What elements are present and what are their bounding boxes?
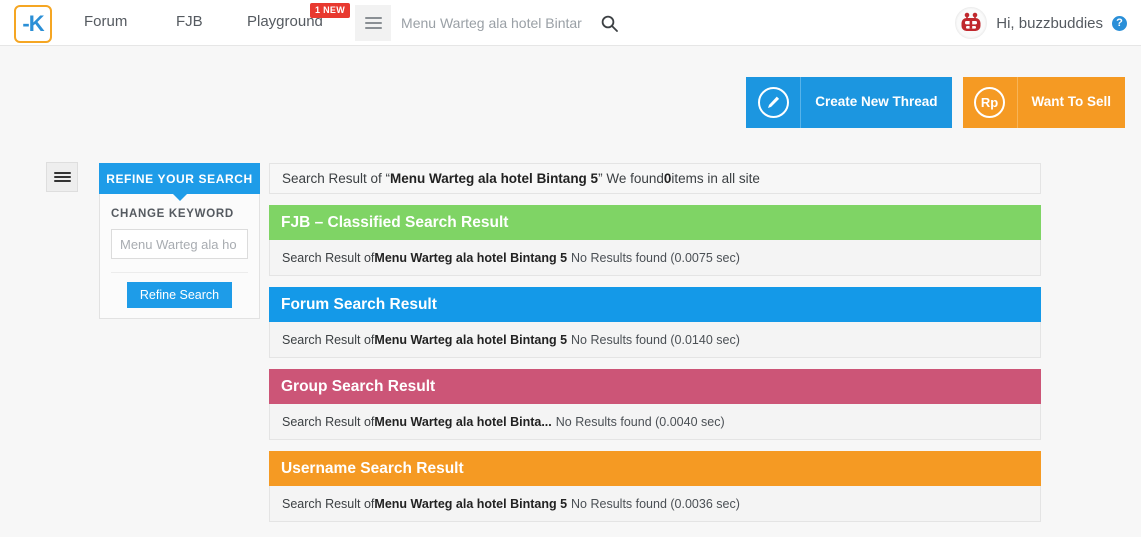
want-to-sell-icon-wrap: Rp: [963, 77, 1018, 128]
nav-item-forum[interactable]: Forum: [84, 13, 127, 30]
panel-prefix: Search Result of: [282, 332, 375, 347]
hamburger-icon: [53, 170, 71, 184]
help-icon[interactable]: ?: [1112, 15, 1127, 31]
logo-k-icon: -K: [22, 11, 44, 36]
change-keyword-label: CHANGE KEYWORD: [111, 208, 234, 220]
panel-status: No Results found (0.0040 sec): [555, 414, 725, 429]
panel-query: Menu Warteg ala hotel Bintang 5: [374, 250, 568, 265]
search-category-menu-button[interactable]: [355, 5, 391, 41]
global-search: [355, 5, 628, 41]
user-menu[interactable]: Hi, buzzbuddies ?: [955, 5, 1127, 41]
panel-prefix: Search Result of: [282, 414, 375, 429]
search-submit-button[interactable]: [590, 5, 628, 41]
result-panel-group-body: Search Result of Menu Warteg ala hotel B…: [269, 404, 1041, 440]
search-icon: [601, 15, 618, 32]
result-panel-group: Group Search Result Search Result of Men…: [269, 369, 1041, 440]
result-panel-group-header[interactable]: Group Search Result: [269, 369, 1041, 404]
result-panel-forum-body: Search Result of Menu Warteg ala hotel B…: [269, 322, 1041, 358]
want-to-sell-button[interactable]: Rp Want To Sell: [962, 77, 1125, 128]
user-greeting: Hi, buzzbuddies: [996, 14, 1103, 32]
panel-query: Menu Warteg ala hotel Binta...: [374, 414, 552, 429]
panel-query: Menu Warteg ala hotel Bintang 5: [374, 496, 568, 511]
avatar[interactable]: [955, 7, 988, 39]
result-panel-username-body: Search Result of Menu Warteg ala hotel B…: [269, 486, 1041, 522]
create-new-thread-button[interactable]: Create New Thread: [746, 77, 952, 128]
panel-prefix: Search Result of: [282, 250, 375, 265]
result-panel-fjb-body: Search Result of Menu Warteg ala hotel B…: [269, 240, 1041, 276]
nav-item-fjb[interactable]: FJB: [176, 13, 203, 30]
want-to-sell-label: Want To Sell: [1031, 94, 1112, 110]
refine-search-button[interactable]: Refine Search: [126, 282, 233, 308]
hamburger-icon: [364, 14, 382, 32]
summary-middle: ” We found: [598, 171, 664, 186]
panel-status: No Results found (0.0140 sec): [571, 332, 740, 347]
panel-prefix: Search Result of: [282, 496, 375, 511]
create-thread-icon-wrap: [746, 77, 802, 128]
refine-search-footer: Refine Search: [111, 272, 248, 318]
summary-prefix: Search Result of “: [282, 171, 391, 186]
result-panel-username: Username Search Result Search Result of …: [269, 451, 1041, 522]
panel-status: No Results found (0.0036 sec): [571, 496, 740, 511]
result-panel-fjb: FJB – Classified Search Result Search Re…: [269, 205, 1041, 276]
sidebar-toggle-button[interactable]: [46, 162, 78, 192]
top-navigation-bar: -K Forum FJB Playground 1 NEW Menu Warte…: [0, 0, 1141, 46]
refine-search-title: REFINE YOUR SEARCH: [99, 163, 260, 194]
search-summary: Search Result of “Menu Warteg ala hotel …: [269, 163, 1041, 194]
panel-query: Menu Warteg ala hotel Bintang 5: [374, 332, 568, 347]
result-panel-forum: Forum Search Result Search Result of Men…: [269, 287, 1041, 358]
rp-icon: Rp: [974, 87, 1005, 118]
result-panel-forum-header[interactable]: Forum Search Result: [269, 287, 1041, 322]
robot-avatar-icon: [957, 9, 986, 37]
site-logo[interactable]: -K: [14, 5, 52, 43]
create-new-thread-label: Create New Thread: [815, 94, 938, 110]
panel-status: No Results found (0.0075 sec): [571, 250, 740, 265]
search-results-area: Search Result of “Menu Warteg ala hotel …: [269, 163, 1041, 522]
result-panel-fjb-header[interactable]: FJB – Classified Search Result: [269, 205, 1041, 240]
result-panel-username-header[interactable]: Username Search Result: [269, 451, 1041, 486]
summary-query: Menu Warteg ala hotel Bintang 5: [390, 171, 599, 186]
change-keyword-input[interactable]: [111, 229, 248, 259]
summary-suffix: items in all site: [671, 171, 760, 186]
new-badge: 1 NEW: [310, 3, 351, 18]
primary-actions: Create New Thread Rp Want To Sell: [746, 77, 1125, 128]
refine-search-body: CHANGE KEYWORD Refine Search: [99, 194, 260, 319]
refine-search-panel: REFINE YOUR SEARCH CHANGE KEYWORD Refine…: [99, 163, 260, 319]
search-input[interactable]: [391, 5, 591, 41]
pencil-icon: [757, 87, 789, 118]
summary-count: 0: [663, 171, 672, 186]
